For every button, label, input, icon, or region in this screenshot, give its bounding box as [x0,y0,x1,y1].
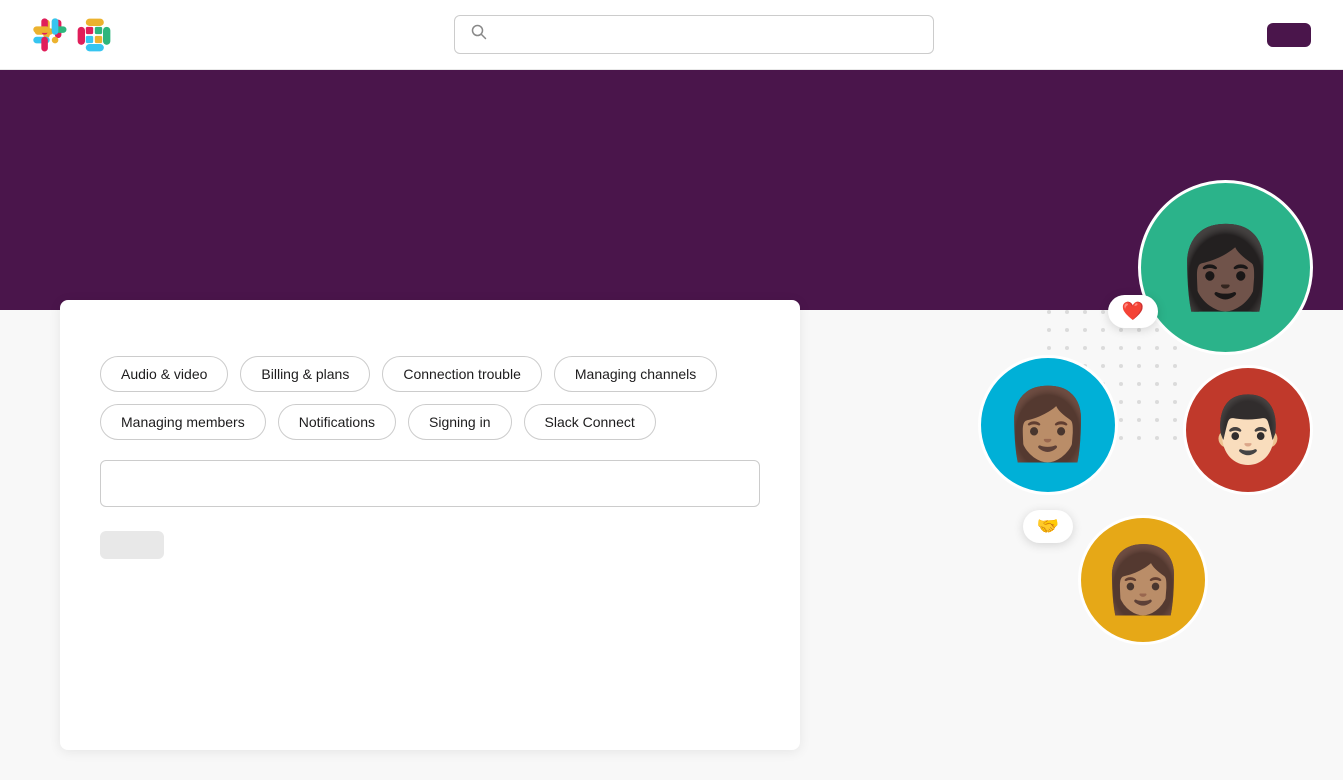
hero-banner [0,70,1343,310]
topic-chips: Audio & video Billing & plans Connection… [100,356,760,440]
get-help-button[interactable] [100,531,164,559]
your-workspaces-button[interactable] [1267,23,1311,47]
slack-logo [32,17,120,53]
chip-managing-channels[interactable]: Managing channels [554,356,717,392]
chip-audio-video[interactable]: Audio & video [100,356,228,392]
chip-billing-plans[interactable]: Billing & plans [240,356,370,392]
search-icon [471,24,487,45]
logo-area [32,17,120,53]
chip-connection-trouble[interactable]: Connection trouble [382,356,542,392]
search-bar[interactable] [454,15,934,54]
dot-grid: const dotGrid = document.querySelector('… [1047,310,1183,446]
avatar-4: 👩🏽 [1078,515,1208,645]
avatar-3: 👨🏻 [1183,365,1313,495]
site-header [0,0,1343,70]
search-input[interactable] [497,26,917,43]
chip-notifications[interactable]: Notifications [278,404,396,440]
contact-form-card: Audio & video Billing & plans Connection… [60,300,800,750]
slack-pinwheel-icon [76,17,112,53]
avatar-2: 👩🏽 [978,355,1118,495]
chip-signing-in[interactable]: Signing in [408,404,512,440]
topic-input[interactable] [100,460,760,507]
chip-slack-connect[interactable]: Slack Connect [524,404,656,440]
reaction-handshake-bubble: 🤝 [1023,510,1073,543]
slack-icon [32,17,68,53]
main-content: Audio & video Billing & plans Connection… [0,310,1343,780]
chip-managing-members[interactable]: Managing members [100,404,266,440]
